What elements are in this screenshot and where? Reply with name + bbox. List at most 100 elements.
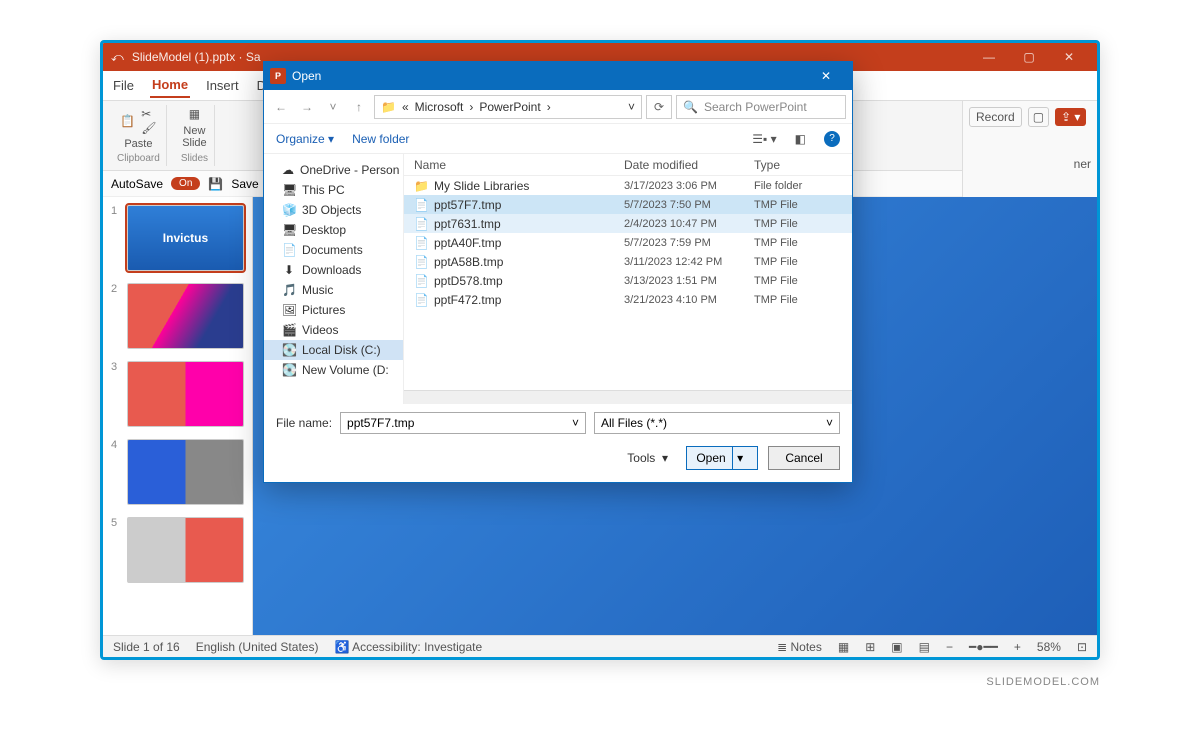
file-icon: 📄 xyxy=(414,255,428,269)
up-button[interactable]: ↑ xyxy=(348,100,370,114)
share-button[interactable]: ⇪ ▾ xyxy=(1055,108,1086,126)
tree-item[interactable]: ☁OneDrive - Person xyxy=(264,160,403,180)
open-button[interactable]: Open▾ xyxy=(686,446,758,470)
tree-icon: 🖥 xyxy=(282,223,296,237)
tree-item[interactable]: 🧊3D Objects xyxy=(264,200,403,220)
attribution: SLIDEMODEL.COM xyxy=(100,676,1100,688)
tree-item[interactable]: 📄Documents xyxy=(264,240,403,260)
help-button[interactable]: ? xyxy=(824,131,840,147)
file-filter-dropdown[interactable]: All Files (*.*)˅ xyxy=(594,412,840,434)
file-row[interactable]: 📁My Slide Libraries3/17/2023 3:06 PMFile… xyxy=(404,176,852,195)
chevron-down-icon[interactable]: ˅ xyxy=(572,416,579,430)
col-date[interactable]: Date modified xyxy=(624,158,754,172)
col-type[interactable]: Type xyxy=(754,158,852,172)
thumb-3[interactable]: 3 xyxy=(111,361,244,427)
autosave-toggle[interactable]: On xyxy=(171,177,200,190)
present-icon[interactable]: ▢ xyxy=(1028,107,1049,127)
file-icon: 📄 xyxy=(414,274,428,288)
thumb-1[interactable]: 1Invictus xyxy=(111,205,244,271)
organize-button[interactable]: Organize ▾ xyxy=(276,132,334,146)
file-row[interactable]: 📄pptD578.tmp3/13/2023 1:51 PMTMP File xyxy=(404,271,852,290)
col-name[interactable]: Name xyxy=(404,158,624,172)
autosave-label: AutoSave xyxy=(111,177,163,191)
tab-file[interactable]: File xyxy=(111,74,136,97)
view-slideshow-icon[interactable]: ▤ xyxy=(919,640,930,654)
tab-insert[interactable]: Insert xyxy=(204,74,241,97)
tree-icon: 🧊 xyxy=(282,203,296,217)
refresh-button[interactable]: ⟳ xyxy=(646,95,672,119)
thumb-5[interactable]: 5 xyxy=(111,517,244,583)
back-button[interactable]: ← xyxy=(270,100,292,114)
folder-icon: 📁 xyxy=(381,100,396,114)
tree-icon: 🎬 xyxy=(282,323,296,337)
file-row[interactable]: 📄ppt57F7.tmp5/7/2023 7:50 PMTMP File xyxy=(404,195,852,214)
thumb-4[interactable]: 4 xyxy=(111,439,244,505)
preview-pane-button[interactable]: ◧ xyxy=(795,132,806,146)
minimize-button[interactable]: — xyxy=(969,50,1009,64)
file-list[interactable]: Name Date modified Type 📁My Slide Librar… xyxy=(404,154,852,404)
file-row[interactable]: 📄ppt7631.tmp2/4/2023 10:47 PMTMP File xyxy=(404,214,852,233)
file-icon: 📁 xyxy=(414,179,428,193)
tree-item[interactable]: 🖥Desktop xyxy=(264,220,403,240)
new-slide-icon[interactable]: ▦ xyxy=(189,107,200,121)
dialog-titlebar: POpen ✕ xyxy=(264,62,852,90)
status-bar: Slide 1 of 16 English (United States) ♿ … xyxy=(103,635,1097,657)
close-button[interactable]: ✕ xyxy=(1049,50,1089,64)
address-bar[interactable]: 📁 « Microsoft› PowerPoint› ˅ xyxy=(374,95,642,119)
new-folder-button[interactable]: New folder xyxy=(352,132,409,146)
tree-item[interactable]: 🖥This PC xyxy=(264,180,403,200)
filename-input[interactable]: ppt57F7.tmp˅ xyxy=(340,412,586,434)
view-sorter-icon[interactable]: ⊞ xyxy=(865,640,875,654)
file-icon: 📄 xyxy=(414,217,428,231)
tree-icon: ⬇ xyxy=(282,263,296,277)
view-options-button[interactable]: ☰▪ ▾ xyxy=(752,132,776,146)
tree-item[interactable]: 🎬Videos xyxy=(264,320,403,340)
file-row[interactable]: 📄pptF472.tmp3/21/2023 4:10 PMTMP File xyxy=(404,290,852,309)
slides-label: Slides xyxy=(181,153,208,164)
forward-button[interactable]: → xyxy=(296,100,318,114)
search-input[interactable]: 🔍Search PowerPoint xyxy=(676,95,846,119)
language[interactable]: English (United States) xyxy=(196,640,319,654)
record-button[interactable]: Record xyxy=(969,107,1022,127)
horizontal-scrollbar[interactable] xyxy=(404,390,852,404)
fit-icon[interactable]: ⊡ xyxy=(1077,640,1087,654)
dialog-toolbar: Organize ▾ New folder ☰▪ ▾ ◧ ? xyxy=(264,124,852,154)
tree-item[interactable]: 💽Local Disk (C:) xyxy=(264,340,403,360)
cancel-button[interactable]: Cancel xyxy=(768,446,840,470)
tree-item[interactable]: ⬇Downloads xyxy=(264,260,403,280)
file-row[interactable]: 📄pptA40F.tmp5/7/2023 7:59 PMTMP File xyxy=(404,233,852,252)
save-icon[interactable]: 💾 xyxy=(208,177,223,191)
maximize-button[interactable]: ▢ xyxy=(1009,50,1049,64)
notes-button[interactable]: ≣ Notes xyxy=(777,640,822,654)
paste-icon[interactable]: 📋 xyxy=(120,114,135,128)
zoom-in-icon[interactable]: + xyxy=(1014,640,1021,654)
zoom-level[interactable]: 58% xyxy=(1037,640,1061,654)
slide-thumbnails[interactable]: 1Invictus 2 3 4 5 xyxy=(103,197,253,635)
open-dialog: POpen ✕ ← → ˅ ↑ 📁 « Microsoft› PowerPoin… xyxy=(263,61,853,483)
thumb-2[interactable]: 2 xyxy=(111,283,244,349)
view-reading-icon[interactable]: ▣ xyxy=(891,640,902,654)
tools-dropdown[interactable]: Tools ▾ xyxy=(627,451,668,465)
recent-dropdown[interactable]: ˅ xyxy=(322,100,344,114)
accessibility[interactable]: ♿ Accessibility: Investigate xyxy=(334,640,482,654)
search-icon: 🔍 xyxy=(683,100,698,114)
dialog-buttons: Tools ▾ Open▾ Cancel xyxy=(264,442,852,482)
tree-icon: ☁ xyxy=(282,163,294,177)
dialog-close-button[interactable]: ✕ xyxy=(806,69,846,83)
chevron-down-icon[interactable]: ˅ xyxy=(826,416,833,430)
nav-tree[interactable]: ☁OneDrive - Person🖥This PC🧊3D Objects🖥De… xyxy=(264,154,404,404)
tree-item[interactable]: 💽New Volume (D: xyxy=(264,360,403,380)
cut-icon[interactable]: ✂🖌 xyxy=(141,107,156,135)
powerpoint-icon: P xyxy=(270,68,286,84)
tree-item[interactable]: 🎵Music xyxy=(264,280,403,300)
open-dropdown-icon[interactable]: ▾ xyxy=(732,447,748,469)
tree-item[interactable]: 🖼Pictures xyxy=(264,300,403,320)
view-normal-icon[interactable]: ▦ xyxy=(838,640,849,654)
tab-home[interactable]: Home xyxy=(150,73,190,98)
crumb-dropdown-icon[interactable]: ˅ xyxy=(628,100,635,114)
file-icon: 📄 xyxy=(414,236,428,250)
zoom-slider[interactable]: ━●━━ xyxy=(969,640,998,654)
zoom-out-icon[interactable]: − xyxy=(946,640,953,654)
file-row[interactable]: 📄pptA58B.tmp3/11/2023 12:42 PMTMP File xyxy=(404,252,852,271)
column-headers[interactable]: Name Date modified Type xyxy=(404,154,852,176)
